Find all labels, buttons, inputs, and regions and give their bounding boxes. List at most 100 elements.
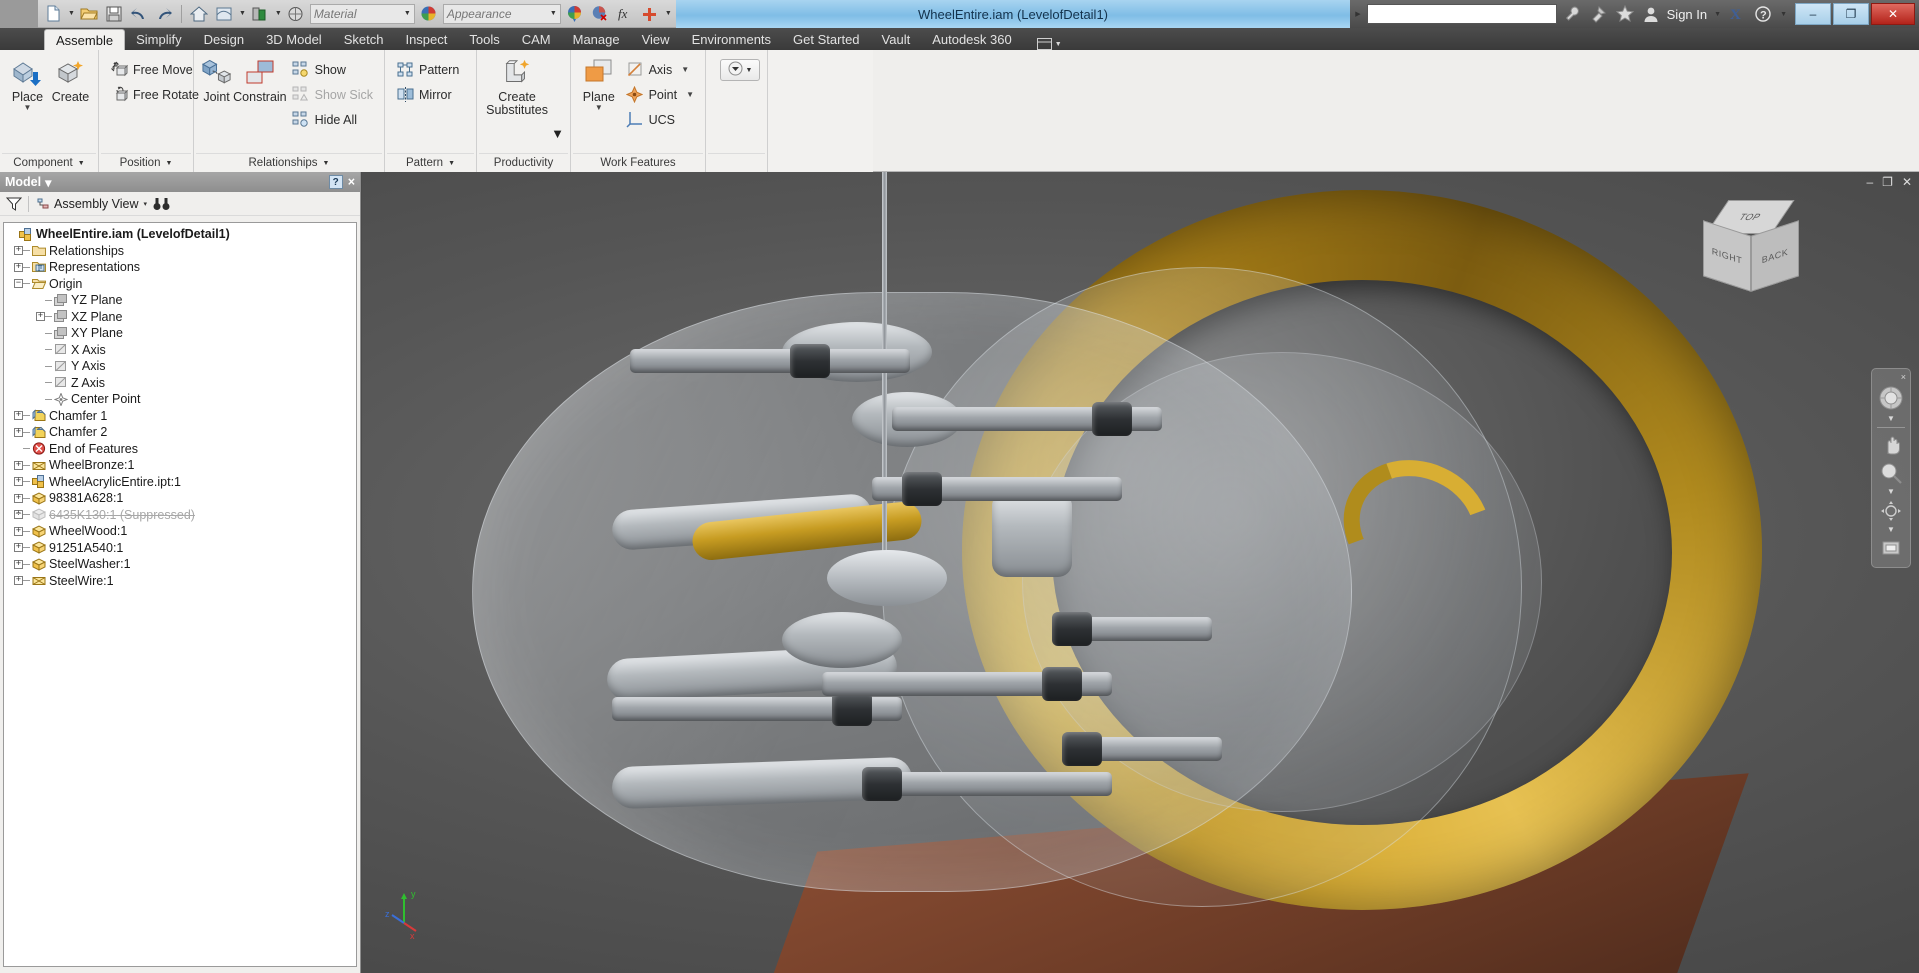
ribbon-tab-get-started[interactable]: Get Started (782, 29, 870, 50)
orbit-caret-icon[interactable]: ▼ (1887, 525, 1895, 535)
tree-expander-plus-icon[interactable]: + (36, 312, 45, 322)
save-icon[interactable] (103, 3, 125, 25)
favorites-star-icon[interactable] (1615, 4, 1635, 24)
tree-node-center-point[interactable]: Center Point (6, 391, 356, 408)
tree-expander-plus-icon[interactable]: + (14, 493, 23, 503)
constrain-button[interactable]: Constrain (233, 53, 287, 104)
show-sick-button[interactable]: Show Sick (287, 82, 378, 107)
tree-node-steelwire-1[interactable]: + SteelWire:1 (6, 573, 356, 590)
tree-expander-plus-icon[interactable]: + (14, 262, 23, 272)
create-component-button[interactable]: Create (49, 53, 92, 104)
create-substitutes-button[interactable]: Create Substitutes (483, 53, 551, 117)
ribbon-tab-assemble[interactable]: Assemble (44, 29, 126, 50)
window-restore-button[interactable]: ❐ (1833, 3, 1869, 25)
tree-node-chamfer-1[interactable]: + Chamfer 1 (6, 408, 356, 425)
ribbon-tab-cam[interactable]: CAM (511, 29, 562, 50)
new-icon[interactable] (42, 3, 64, 25)
tree-node-chamfer-2[interactable]: + Chamfer 2 (6, 424, 356, 441)
tree-node-steelwasher-1[interactable]: + SteelWasher:1 (6, 556, 356, 573)
ribbon-tab-vault[interactable]: Vault (871, 29, 922, 50)
mirror-button[interactable]: Mirror (391, 82, 464, 107)
panel-label-position[interactable]: Position ▼ (101, 153, 191, 172)
window-close-button[interactable]: ✕ (1871, 3, 1915, 25)
joint-button[interactable]: Joint (200, 53, 233, 104)
redo-icon[interactable] (153, 3, 175, 25)
tree-node-xy-plane[interactable]: XY Plane (6, 325, 356, 342)
panel-label-relationships[interactable]: Relationships ▼ (196, 153, 382, 172)
ribbon-tab-design[interactable]: Design (193, 29, 255, 50)
work-point-dropdown-caret-icon[interactable]: ▼ (686, 90, 694, 99)
ribbon-overflow-caret-icon[interactable]: ▼ (746, 67, 753, 74)
tree-node-relationships[interactable]: + Relationships (6, 243, 356, 260)
panel-component-caret-icon[interactable]: ▼ (78, 160, 85, 167)
open-icon[interactable] (78, 3, 100, 25)
assembly-view-caret-icon[interactable]: ▾ (144, 200, 148, 208)
tree-node-6435k130-1-suppressed[interactable]: +6435K130:1 (Suppressed) (6, 507, 356, 524)
appearance-combo[interactable]: Appearance ▼ (442, 3, 561, 24)
work-axis-button[interactable]: Axis ▼ (621, 57, 699, 82)
tree-node-91251a540-1[interactable]: +91251A540:1 (6, 540, 356, 557)
ribbon-tab-tools[interactable]: Tools (458, 29, 510, 50)
tree-node-representations[interactable]: + Representations (6, 259, 356, 276)
view-style-caret-icon[interactable]: ▼ (239, 10, 246, 17)
tree-node-x-axis[interactable]: X Axis (6, 342, 356, 359)
work-point-button[interactable]: Point ▼ (621, 82, 699, 107)
material-browser-icon[interactable] (418, 3, 440, 25)
panel-position-caret-icon[interactable]: ▼ (165, 160, 172, 167)
autodesk-exchange-icon[interactable]: X (1727, 4, 1747, 24)
work-plane-dropdown-caret-icon[interactable]: ▼ (595, 104, 603, 112)
material-combo[interactable]: Material ▼ (309, 3, 415, 24)
tree-expander-plus-icon[interactable]: + (14, 543, 23, 553)
tree-expander-plus-icon[interactable]: + (14, 460, 23, 470)
panel-pattern-caret-icon[interactable]: ▼ (448, 160, 455, 167)
viewport-minimize-button[interactable]: – (1866, 175, 1873, 189)
ribbon-tab-autodesk-360[interactable]: Autodesk 360 (921, 29, 1023, 50)
viewport-close-button[interactable]: ✕ (1902, 175, 1912, 189)
tree-expander-plus-icon[interactable]: + (14, 411, 23, 421)
tree-expander-plus-icon[interactable]: + (14, 526, 23, 536)
hide-all-button[interactable]: Hide All (287, 107, 378, 132)
graphics-viewport[interactable]: – ❐ ✕ TOP RIGHT BACK × ▼ ▼ ▼ z y x (362, 172, 1919, 973)
zoom-caret-icon[interactable]: ▼ (1887, 487, 1895, 497)
new-caret-icon[interactable]: ▼ (68, 10, 75, 17)
material-combo-caret-icon[interactable]: ▼ (404, 10, 411, 17)
tree-expander-plus-icon[interactable]: + (14, 477, 23, 487)
ribbon-tab-view[interactable]: View (631, 29, 681, 50)
tree-node-wheelwood-1[interactable]: + WheelWood:1 (6, 523, 356, 540)
tree-expander-plus-icon[interactable]: + (14, 576, 23, 586)
browser-pin-icon[interactable]: ? (328, 175, 343, 189)
sign-in-caret-icon[interactable]: ▼ (1714, 11, 1721, 18)
place-component-button[interactable]: Place ▼ (6, 53, 49, 112)
tree-node-end-of-features[interactable]: End of Features (6, 441, 356, 458)
ucs-button[interactable]: UCS (621, 107, 699, 132)
parameters-icon[interactable]: fx (614, 3, 636, 25)
tree-node-origin[interactable]: − Origin (6, 276, 356, 293)
orbit-icon[interactable] (1874, 497, 1908, 525)
material-preview-icon[interactable] (249, 3, 271, 25)
panel-label-component[interactable]: Component ▼ (2, 153, 96, 172)
render-icon[interactable] (285, 3, 307, 25)
tree-node-wheelentire-iam-levelofdetail1[interactable]: WheelEntire.iam (LevelofDetail1) (6, 226, 356, 243)
pan-icon[interactable] (1874, 431, 1908, 459)
tree-node-yz-plane[interactable]: YZ Plane (6, 292, 356, 309)
tree-expander-plus-icon[interactable]: + (14, 559, 23, 569)
assembly-view-selector[interactable]: Assembly View ▾ (35, 197, 147, 211)
tree-node-98381a628-1[interactable]: +98381A628:1 (6, 490, 356, 507)
steering-wheel-caret-icon[interactable]: ▼ (1887, 414, 1895, 424)
view-cube[interactable]: TOP RIGHT BACK (1699, 200, 1799, 295)
home-icon[interactable] (188, 3, 210, 25)
browser-close-icon[interactable]: × (348, 175, 355, 189)
undo-icon[interactable] (128, 3, 150, 25)
free-rotate-button[interactable]: Free Rotate (105, 82, 204, 107)
place-component-dropdown-caret-icon[interactable]: ▼ (24, 104, 32, 112)
ribbon-display-options[interactable]: ▼ (1036, 38, 1062, 50)
viewport-restore-button[interactable]: ❐ (1882, 175, 1893, 189)
create-substitutes-dropdown-caret-icon[interactable]: ▼ (551, 126, 564, 141)
ribbon-tab-environments[interactable]: Environments (681, 29, 782, 50)
tree-node-wheelbronze-1[interactable]: + WheelBronze:1 (6, 457, 356, 474)
model-browser-tree[interactable]: WheelEntire.iam (LevelofDetail1) + Relatio… (3, 222, 357, 967)
help-caret-icon[interactable]: ▼ (1780, 11, 1787, 18)
browser-title-caret-icon[interactable]: ▾ (45, 175, 51, 190)
sign-in-button[interactable]: Sign In (1667, 7, 1707, 22)
work-axis-dropdown-caret-icon[interactable]: ▼ (681, 65, 689, 74)
